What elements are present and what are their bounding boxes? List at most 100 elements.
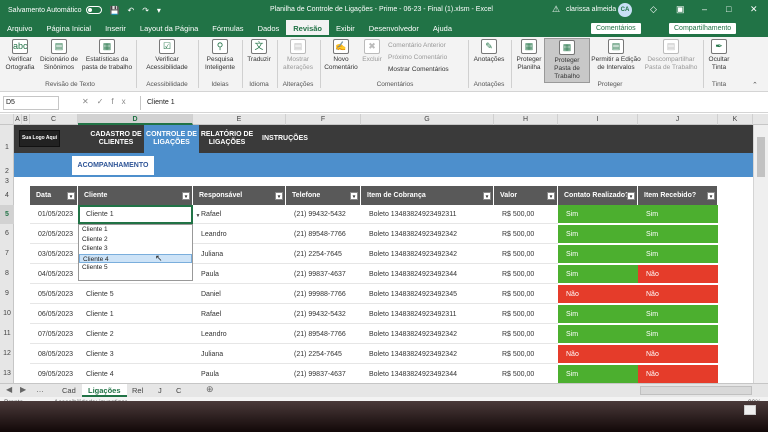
cell-telefone[interactable]: (21) 89548-7766 bbox=[286, 225, 361, 244]
vertical-scrollbar[interactable] bbox=[753, 125, 768, 383]
avatar[interactable]: CA bbox=[618, 3, 632, 17]
filter-dropdown-icon[interactable]: ▾ bbox=[547, 192, 555, 200]
sheet-tab-c[interactable]: C bbox=[170, 384, 187, 397]
cell-item-recebido[interactable]: Sim bbox=[638, 225, 718, 244]
more-sheets-icon[interactable]: … bbox=[36, 385, 44, 394]
row-header[interactable]: 8 bbox=[0, 264, 14, 284]
cell-valor[interactable]: R$ 500,00 bbox=[494, 225, 558, 244]
smart-lookup-button[interactable]: ⚲ Pesquisa Inteligente bbox=[201, 39, 239, 72]
name-box[interactable]: D5 bbox=[3, 96, 59, 110]
cell-data[interactable]: 08/05/2023 bbox=[30, 345, 78, 364]
dropdown-option[interactable]: Cliente 3 bbox=[79, 244, 192, 254]
translate-button[interactable]: 文 Traduzir bbox=[245, 39, 273, 64]
ribbon-display-icon[interactable]: ▣ bbox=[676, 4, 685, 15]
nav-instrucoes[interactable]: Instruções bbox=[259, 125, 311, 153]
filter-dropdown-icon[interactable]: ▾ bbox=[182, 192, 190, 200]
scrollbar-thumb[interactable] bbox=[757, 137, 765, 177]
cell-contato-realizado[interactable]: Sim bbox=[558, 225, 638, 244]
column-header-g[interactable]: G bbox=[361, 114, 494, 125]
tab-arquivo[interactable]: Arquivo bbox=[0, 20, 39, 37]
row-header[interactable]: 6 bbox=[0, 224, 14, 244]
notes-button[interactable]: ✎ Anotações bbox=[472, 39, 506, 64]
redo-icon[interactable]: ↷ bbox=[142, 6, 149, 15]
cell-cliente[interactable]: Cliente 4 bbox=[78, 365, 193, 383]
cell-item-recebido[interactable]: Não bbox=[638, 265, 718, 284]
comments-button[interactable]: Comentários bbox=[590, 22, 642, 35]
dropdown-option[interactable]: Cliente 2 bbox=[79, 235, 192, 245]
minimize-icon[interactable]: – bbox=[702, 4, 707, 14]
allow-edit-ranges-button[interactable]: ▤ Permitir a Edição de Intervalos bbox=[591, 39, 641, 72]
column-header-b[interactable]: B bbox=[22, 114, 30, 125]
row-header[interactable]: 2 bbox=[0, 153, 14, 177]
cell-contato-realizado[interactable]: Sim bbox=[558, 245, 638, 264]
nav-controle-ligacoes[interactable]: Controle de Ligações bbox=[144, 125, 199, 153]
row-header[interactable]: 4 bbox=[0, 186, 14, 205]
maximize-icon[interactable]: □ bbox=[726, 4, 731, 14]
dropdown-option[interactable]: Cliente 5 bbox=[79, 263, 192, 273]
diamond-icon[interactable]: ◇ bbox=[650, 4, 657, 15]
cell-responsavel[interactable]: Leandro bbox=[193, 325, 286, 344]
cell-item-cobranca[interactable]: Boleto 13483824923492342 bbox=[361, 325, 494, 344]
column-header-i[interactable]: I bbox=[558, 114, 638, 125]
cell-item-recebido[interactable]: Não bbox=[638, 285, 718, 304]
sheet-tab-cad[interactable]: Cad bbox=[56, 384, 82, 397]
cell-item-recebido[interactable]: Sim bbox=[638, 305, 718, 324]
cell-responsavel[interactable]: Rafael bbox=[193, 205, 286, 224]
nav-cadastro-clientes[interactable]: Cadastro de Clientes bbox=[88, 125, 144, 153]
tab-pagina-inicial[interactable]: Página Inicial bbox=[39, 20, 98, 37]
cell-valor[interactable]: R$ 500,00 bbox=[494, 205, 558, 224]
dropdown-arrow-icon[interactable]: ▼ bbox=[194, 212, 202, 220]
cell-contato-realizado[interactable]: Sim bbox=[558, 325, 638, 344]
spelling-button[interactable]: abc Verificar Ortografia bbox=[2, 39, 38, 72]
cell-item-cobranca[interactable]: Boleto 13483824923492344 bbox=[361, 265, 494, 284]
check-accessibility-button[interactable]: ☑ Verificar Acessibilidade bbox=[140, 39, 194, 72]
protect-workbook-button[interactable]: ▦ Proteger Pasta de Trabalho bbox=[544, 38, 590, 83]
cell-responsavel[interactable]: Paula bbox=[193, 365, 286, 383]
dropdown-option[interactable]: Cliente 1 bbox=[79, 225, 192, 235]
tab-desenvolvedor[interactable]: Desenvolvedor bbox=[362, 20, 426, 37]
cell-item-cobranca[interactable]: Boleto 13483824923492311 bbox=[361, 305, 494, 324]
row-header[interactable]: 1 bbox=[0, 125, 14, 153]
tab-ajuda[interactable]: Ajuda bbox=[426, 20, 459, 37]
delete-comment-button[interactable]: ✖ Excluir bbox=[360, 39, 384, 64]
next-comment-button[interactable]: Próximo Comentário bbox=[388, 54, 447, 61]
cell-data[interactable]: 07/05/2023 bbox=[30, 325, 78, 344]
nav-relatorio-ligacoes[interactable]: Relatório de Ligações bbox=[199, 125, 255, 153]
protect-sheet-button[interactable]: ▦ Proteger Planilha bbox=[514, 39, 544, 72]
enter-icon[interactable]: ✓ bbox=[97, 97, 112, 106]
cell-data[interactable]: 05/05/2023 bbox=[30, 285, 78, 304]
cell-valor[interactable]: R$ 500,00 bbox=[494, 325, 558, 344]
cell-contato-realizado[interactable]: Sim bbox=[558, 365, 638, 383]
cell-item-recebido[interactable]: Sim bbox=[638, 205, 718, 224]
cell-contato-realizado[interactable]: Sim bbox=[558, 205, 638, 224]
cell-cliente[interactable]: Cliente 2 bbox=[78, 325, 193, 344]
next-sheet-icon[interactable]: ▶ bbox=[20, 385, 26, 394]
cell-item-cobranca[interactable]: Boleto 13483824923492342 bbox=[361, 245, 494, 264]
cell-cliente[interactable]: Cliente 1 bbox=[78, 305, 193, 324]
cell-telefone[interactable]: (21) 99988-7766 bbox=[286, 285, 361, 304]
row-header[interactable]: 13 bbox=[0, 364, 14, 383]
column-header-e[interactable]: E bbox=[193, 114, 286, 125]
sheet-tab-ligacoes[interactable]: Ligações bbox=[82, 384, 127, 397]
column-header-j[interactable]: J bbox=[638, 114, 718, 125]
row-header[interactable]: 9 bbox=[0, 284, 14, 304]
cell-valor[interactable]: R$ 500,00 bbox=[494, 365, 558, 383]
chat-icon[interactable] bbox=[744, 405, 756, 415]
cell-responsavel[interactable]: Juliana bbox=[193, 245, 286, 264]
cell-telefone[interactable]: (21) 99837-4637 bbox=[286, 365, 361, 383]
filter-dropdown-icon[interactable]: ▾ bbox=[350, 192, 358, 200]
column-header-d[interactable]: D bbox=[78, 114, 193, 125]
cell-telefone[interactable]: (21) 2254-7645 bbox=[286, 245, 361, 264]
workbook-stats-button[interactable]: ▦ Estatísticas da pasta de trabalho bbox=[80, 39, 134, 72]
cell-valor[interactable]: R$ 500,00 bbox=[494, 265, 558, 284]
column-header-k[interactable]: K bbox=[718, 114, 753, 125]
cell-valor[interactable]: R$ 500,00 bbox=[494, 305, 558, 324]
active-cell[interactable] bbox=[78, 205, 193, 224]
prev-comment-button[interactable]: Comentário Anterior bbox=[388, 42, 446, 49]
tab-inserir[interactable]: Inserir bbox=[98, 20, 133, 37]
save-icon[interactable]: 💾 bbox=[110, 6, 120, 15]
filter-dropdown-icon[interactable]: ▾ bbox=[483, 192, 491, 200]
row-header[interactable]: 5 bbox=[0, 205, 14, 224]
cell-data[interactable]: 06/05/2023 bbox=[30, 305, 78, 324]
cell-item-recebido[interactable]: Não bbox=[638, 345, 718, 364]
